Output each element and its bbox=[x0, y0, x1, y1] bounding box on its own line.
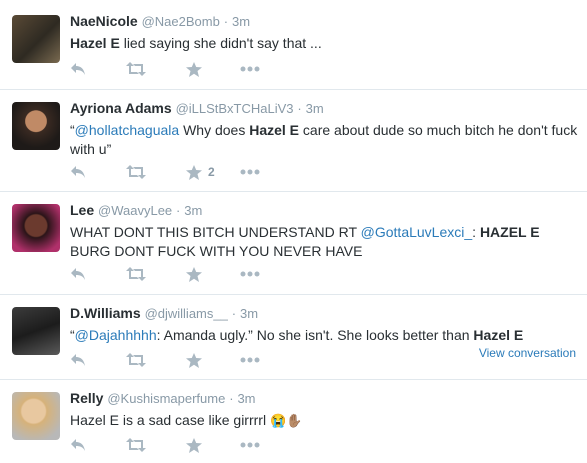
user-name[interactable]: NaeNicole bbox=[70, 13, 138, 29]
favorite-star-icon bbox=[186, 437, 202, 453]
tweet-text: “@hollatchaguala Why does Hazel E care a… bbox=[70, 121, 579, 159]
timestamp[interactable]: 3m bbox=[237, 391, 255, 406]
more-button[interactable] bbox=[240, 164, 260, 180]
tweet[interactable]: Relly @Kushismaperfume · 3m Hazel E is a… bbox=[0, 380, 587, 463]
separator-dot: · bbox=[223, 14, 229, 29]
favorite-star-icon bbox=[186, 266, 202, 282]
retweet-button[interactable] bbox=[126, 61, 146, 77]
favorite-button[interactable] bbox=[186, 352, 202, 368]
favorite-star-icon bbox=[186, 61, 202, 77]
avatar[interactable] bbox=[12, 15, 60, 63]
tweet[interactable]: NaeNicole @Nae2Bomb · 3m Hazel E lied sa… bbox=[0, 0, 587, 90]
text-segment: lied saying she didn't say that ... bbox=[119, 35, 322, 51]
bold-keyword: Hazel E bbox=[70, 35, 120, 51]
retweet-button[interactable] bbox=[126, 266, 146, 282]
text-segment: : Amanda ugly.” No she isn't. She looks … bbox=[156, 327, 474, 343]
user-name[interactable]: Ayriona Adams bbox=[70, 100, 172, 116]
avatar[interactable] bbox=[12, 204, 60, 252]
text-segment: WHAT DONT THIS BITCH UNDERSTAND RT bbox=[70, 224, 361, 240]
tweet-text: Hazel E is a sad case like girrrrl 😭✋🏽 bbox=[70, 411, 579, 430]
more-dots-icon bbox=[240, 169, 260, 175]
reply-button[interactable] bbox=[70, 61, 86, 77]
reply-button[interactable] bbox=[70, 352, 86, 368]
crying-raised-hand-emoji: 😭✋🏽 bbox=[269, 413, 303, 428]
text-segment: Why does bbox=[179, 122, 250, 138]
more-dots-icon bbox=[240, 271, 260, 277]
user-handle[interactable]: @iLLStBxTCHaLiV3 bbox=[176, 101, 294, 116]
text-segment: Hazel E is a sad case like girrrrl bbox=[70, 412, 270, 428]
retweet-button[interactable] bbox=[126, 352, 146, 368]
retweet-icon bbox=[126, 267, 146, 281]
reply-icon bbox=[70, 62, 86, 76]
reply-button[interactable] bbox=[70, 437, 86, 453]
view-conversation-link[interactable]: View conversation bbox=[479, 346, 576, 360]
favorite-button[interactable] bbox=[186, 61, 202, 77]
bold-keyword: HAZEL E bbox=[479, 224, 540, 240]
favorite-star-icon bbox=[186, 164, 202, 180]
reply-button[interactable] bbox=[70, 266, 86, 282]
timestamp[interactable]: 3m bbox=[240, 306, 258, 321]
more-button[interactable] bbox=[240, 352, 260, 368]
tweet-text: WHAT DONT THIS BITCH UNDERSTAND RT @Gott… bbox=[70, 223, 579, 261]
retweet-icon bbox=[126, 62, 146, 76]
text-segment: : bbox=[472, 224, 480, 240]
retweet-icon bbox=[126, 165, 146, 179]
reply-icon bbox=[70, 165, 86, 179]
favorite-star-icon bbox=[186, 352, 202, 368]
separator-dot: · bbox=[229, 391, 234, 406]
mention-link[interactable]: @Dajahhhhh bbox=[75, 327, 157, 343]
user-name[interactable]: Relly bbox=[70, 390, 103, 406]
bold-keyword: Hazel E bbox=[473, 327, 524, 343]
user-name[interactable]: D.Williams bbox=[70, 305, 141, 321]
user-name[interactable]: Lee bbox=[70, 202, 94, 218]
tweet-text: “@Dajahhhhh: Amanda ugly.” No she isn't.… bbox=[70, 326, 579, 345]
user-handle[interactable]: @Nae2Bomb bbox=[142, 14, 220, 29]
more-dots-icon bbox=[240, 357, 260, 363]
avatar[interactable] bbox=[12, 392, 60, 440]
more-button[interactable] bbox=[240, 61, 260, 77]
timestamp[interactable]: 3m bbox=[184, 203, 202, 218]
tweet[interactable]: Ayriona Adams @iLLStBxTCHaLiV3 · 3m “@ho… bbox=[0, 90, 587, 192]
separator-dot: · bbox=[231, 306, 237, 321]
retweet-button[interactable] bbox=[126, 164, 146, 180]
separator-dot: · bbox=[176, 203, 181, 218]
avatar[interactable] bbox=[12, 102, 60, 150]
more-button[interactable] bbox=[240, 437, 260, 453]
retweet-button[interactable] bbox=[126, 437, 146, 453]
favorite-count: 2 bbox=[208, 165, 215, 179]
user-handle[interactable]: @djwilliams__ bbox=[145, 306, 228, 321]
avatar[interactable] bbox=[12, 307, 60, 355]
favorite-button[interactable]: 2 bbox=[186, 164, 215, 180]
timestamp[interactable]: 3m bbox=[232, 14, 250, 29]
timestamp[interactable]: 3m bbox=[306, 101, 324, 116]
favorite-button[interactable] bbox=[186, 266, 202, 282]
user-handle[interactable]: @Kushismaperfume bbox=[107, 391, 225, 406]
tweet-text: Hazel E lied saying she didn't say that … bbox=[70, 34, 579, 53]
tweet[interactable]: D.Williams @djwilliams__ · 3m “@Dajahhhh… bbox=[0, 295, 587, 380]
reply-button[interactable] bbox=[70, 164, 86, 180]
bold-keyword: Hazel E bbox=[249, 122, 300, 138]
more-dots-icon bbox=[240, 66, 260, 72]
separator-dot: · bbox=[297, 101, 302, 116]
user-handle[interactable]: @WaavyLee bbox=[98, 203, 172, 218]
text-segment: BURG DONT FUCK WITH YOU NEVER HAVE bbox=[70, 243, 363, 259]
reply-icon bbox=[70, 267, 86, 281]
retweet-icon bbox=[126, 438, 146, 452]
more-dots-icon bbox=[240, 442, 260, 448]
more-button[interactable] bbox=[240, 266, 260, 282]
tweet[interactable]: Lee @WaavyLee · 3m WHAT DONT THIS BITCH … bbox=[0, 192, 587, 295]
retweet-icon bbox=[126, 353, 146, 367]
reply-icon bbox=[70, 438, 86, 452]
mention-link[interactable]: @hollatchaguala bbox=[75, 122, 180, 138]
favorite-button[interactable] bbox=[186, 437, 202, 453]
tweet-timeline: NaeNicole @Nae2Bomb · 3m Hazel E lied sa… bbox=[0, 0, 587, 463]
mention-link[interactable]: @GottaLuvLexci_ bbox=[361, 224, 473, 240]
reply-icon bbox=[70, 353, 86, 367]
